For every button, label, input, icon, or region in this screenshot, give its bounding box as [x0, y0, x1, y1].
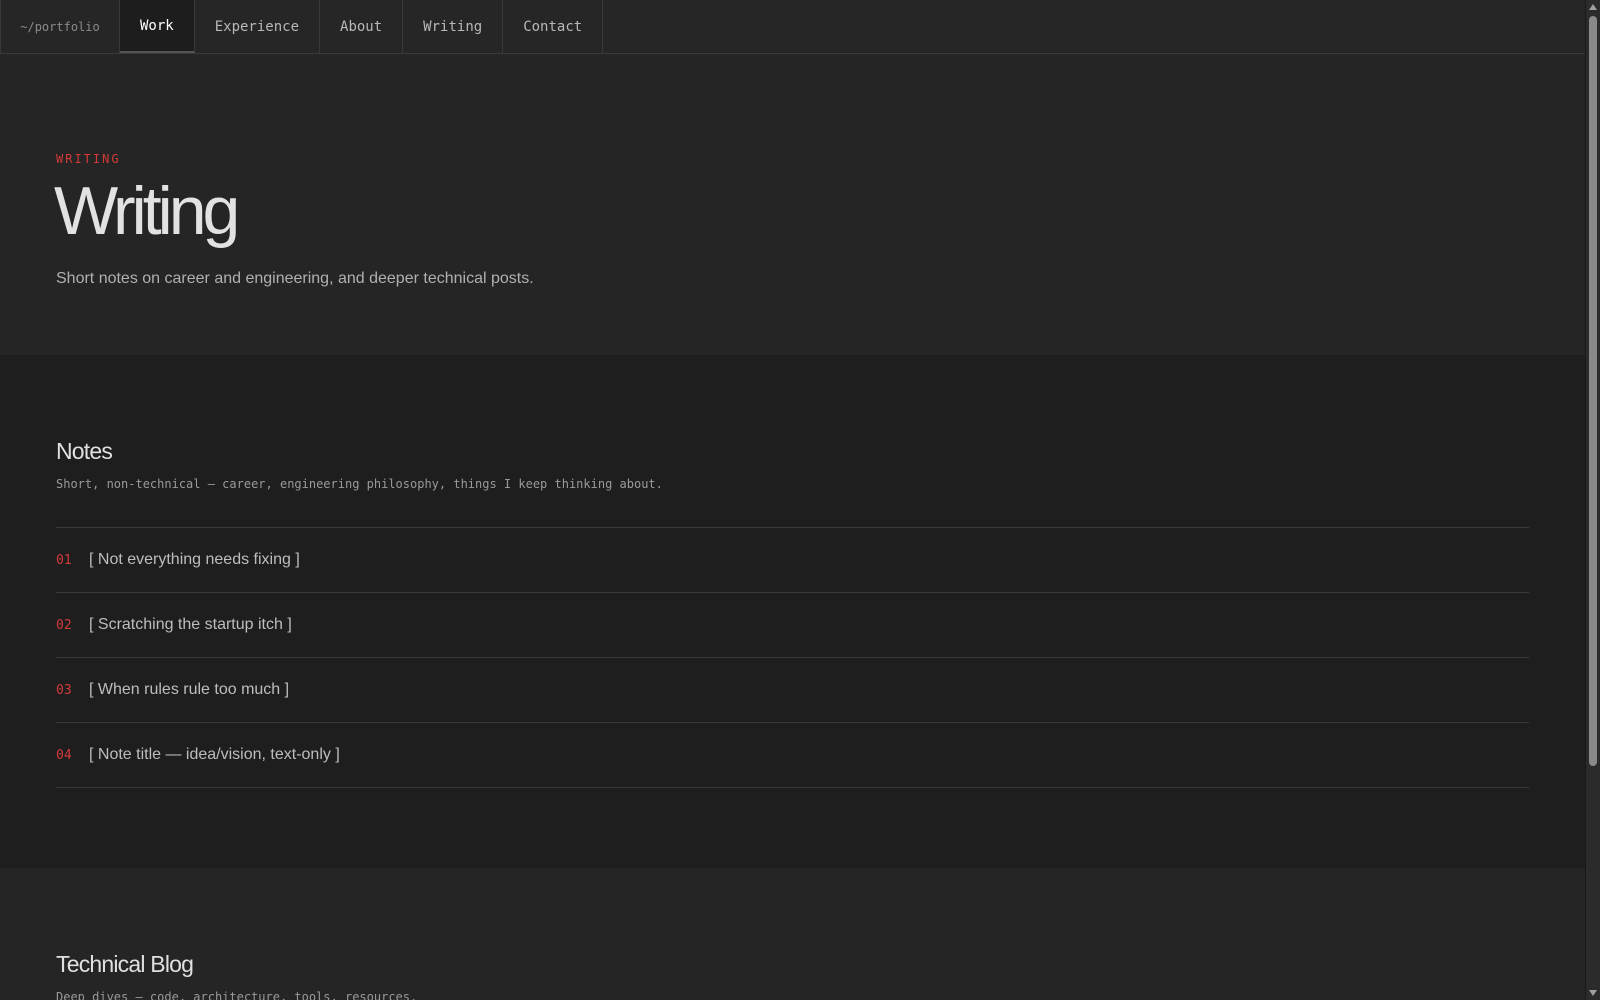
note-number: 02 [56, 617, 72, 633]
blog-title: Technical Blog [56, 951, 194, 977]
hero-eyebrow: WRITING [56, 152, 121, 166]
vertical-scrollbar[interactable] [1585, 0, 1600, 1000]
note-number: 03 [56, 682, 72, 698]
notes-list: 01 [ Not everything needs fixing ] 02 [ … [56, 527, 1529, 788]
notes-title: Notes [56, 438, 113, 464]
nav-item-writing[interactable]: Writing [403, 0, 504, 53]
scroll-up-arrow-icon[interactable] [1589, 4, 1597, 10]
nav-item-experience[interactable]: Experience [195, 0, 321, 53]
note-item[interactable]: 02 [ Scratching the startup itch ] [56, 593, 1529, 658]
note-title[interactable]: [ Scratching the startup itch ] [89, 616, 292, 634]
note-number: 01 [56, 552, 72, 568]
page: ~/portfolio Work Experience About Writin… [0, 0, 1586, 1000]
technical-blog-section: Technical Blog Deep dives — code, archit… [0, 868, 1586, 1000]
nav-item-about[interactable]: About [320, 0, 404, 53]
nav-item-contact[interactable]: Contact [503, 0, 604, 53]
blog-description: Deep dives — code, architecture, tools, … [56, 990, 418, 1000]
notes-section: Notes Short, non-technical — career, eng… [0, 355, 1586, 868]
note-item[interactable]: 04 [ Note title — idea/vision, text-only… [56, 723, 1529, 788]
note-item[interactable]: 03 [ When rules rule too much ] [56, 658, 1529, 723]
page-title: Writing [54, 173, 240, 249]
top-nav: ~/portfolio Work Experience About Writin… [0, 0, 1586, 54]
scroll-down-arrow-icon[interactable] [1589, 990, 1597, 996]
note-number: 04 [56, 747, 72, 763]
hero-subtitle: Short notes on career and engineering, a… [56, 270, 534, 287]
notes-description: Short, non-technical — career, engineeri… [56, 477, 663, 491]
nav-brand[interactable]: ~/portfolio [0, 0, 120, 53]
scrollbar-thumb[interactable] [1589, 16, 1597, 766]
note-item[interactable]: 01 [ Not everything needs fixing ] [56, 528, 1529, 593]
hero-section: WRITING Writing Short notes on career an… [0, 54, 1586, 354]
note-title[interactable]: [ Note title — idea/vision, text-only ] [89, 746, 340, 764]
note-title[interactable]: [ Not everything needs fixing ] [89, 551, 300, 569]
note-title[interactable]: [ When rules rule too much ] [89, 681, 289, 699]
nav-item-work[interactable]: Work [120, 0, 195, 53]
